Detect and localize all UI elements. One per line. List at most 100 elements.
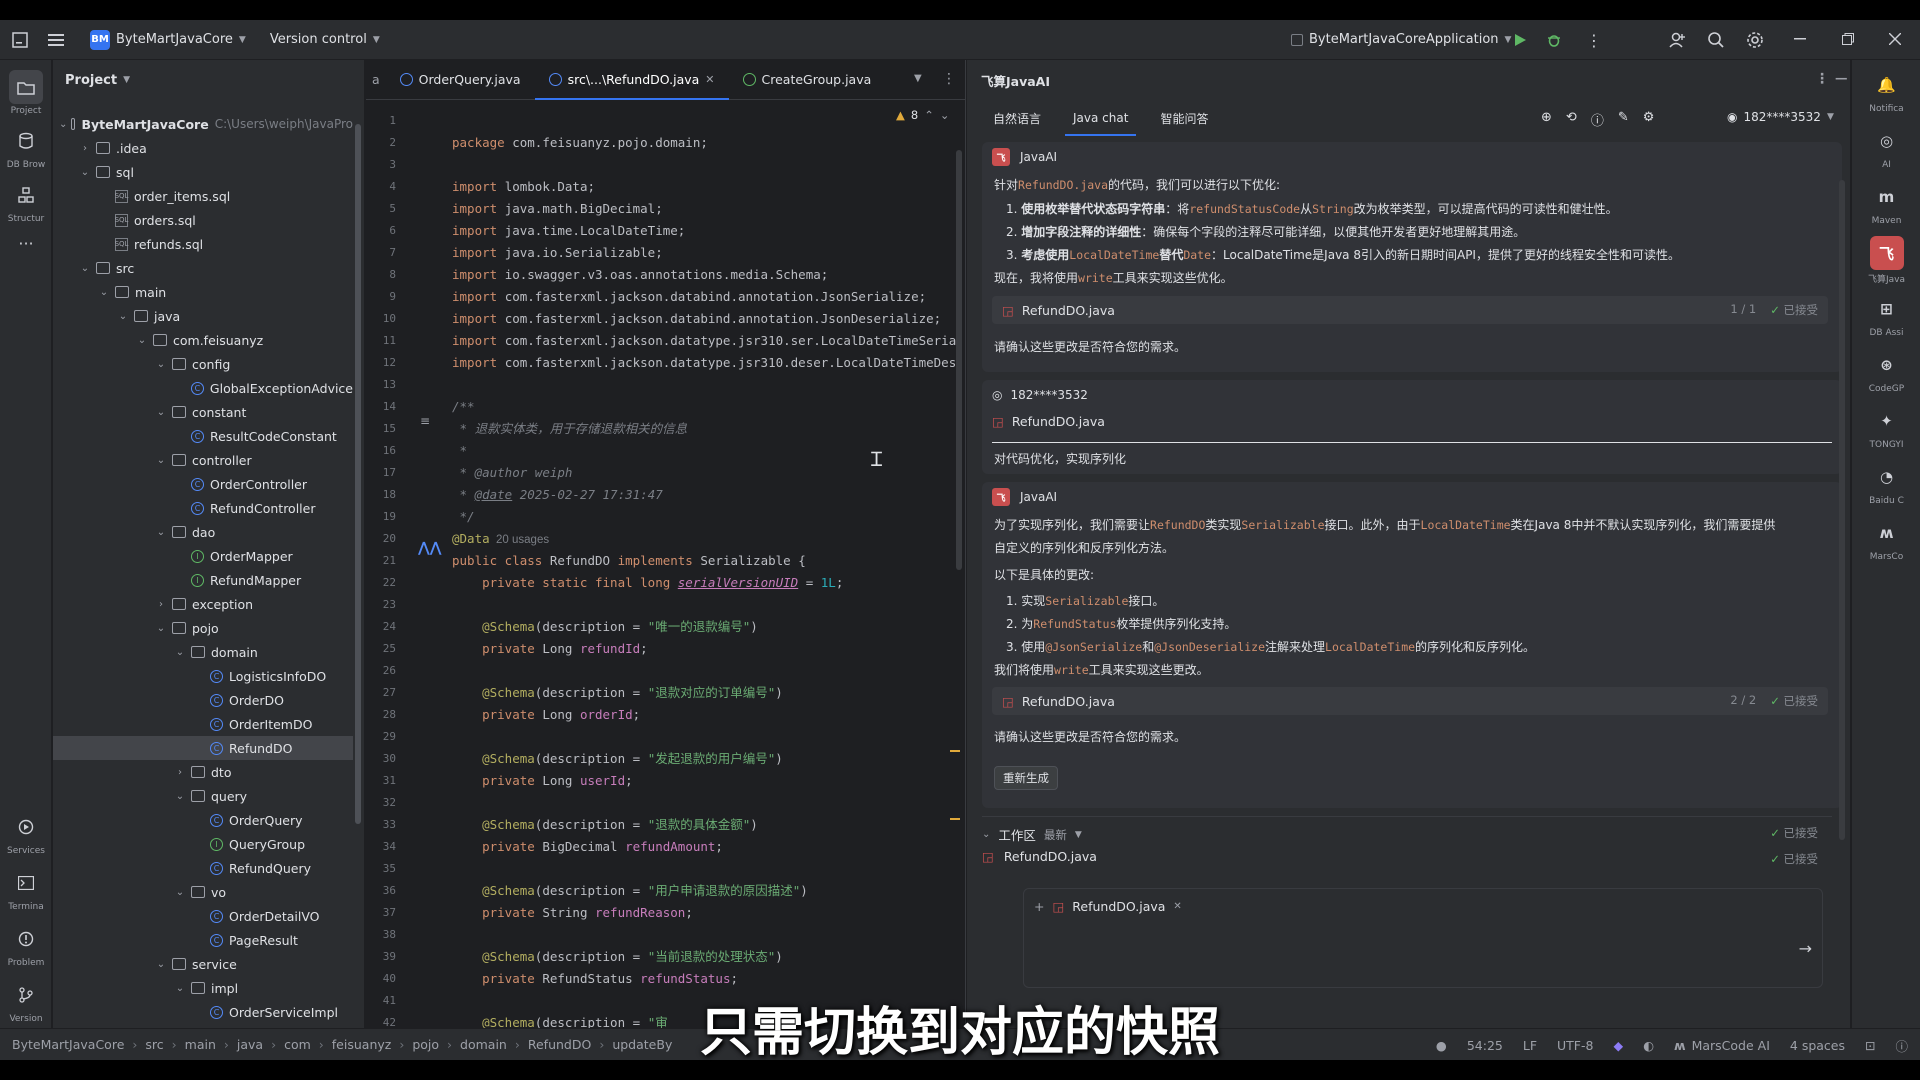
tree-item[interactable]: ⌄ dao — [53, 520, 353, 544]
file-change-bar[interactable]: ◲ RefundDO.java 1 / 1 ✓ 已接受 — [992, 296, 1828, 324]
chevron-down-icon[interactable]: ⌄ — [135, 335, 149, 346]
panel-more-icon[interactable]: ⋮ — [1815, 71, 1829, 87]
debug-icon[interactable] — [1546, 32, 1562, 48]
chevron-right-icon[interactable]: › — [78, 143, 92, 154]
restore-icon[interactable] — [1842, 33, 1854, 45]
chevron-down-icon[interactable]: ⌄ — [154, 623, 168, 634]
chevron-down-icon[interactable]: ⌄ — [154, 359, 168, 370]
chevron-down-icon[interactable]: ⌄ — [173, 647, 187, 658]
tree-item[interactable]: I QueryGroup — [53, 832, 353, 856]
chevron-down-icon[interactable]: ⌄ — [154, 407, 168, 418]
tree-item[interactable]: C ResultCodeConstant — [53, 424, 353, 448]
tabs-dropdown-icon[interactable]: ▼ — [914, 73, 922, 84]
tree-item[interactable]: C RefundQuery — [53, 856, 353, 880]
chevron-down-icon[interactable]: ⌄ — [173, 791, 187, 802]
chevron-down-icon[interactable]: ⌄ — [154, 455, 168, 466]
tree-item[interactable]: ⌄ domain — [53, 640, 353, 664]
minimize-icon[interactable] — [1794, 38, 1806, 40]
more-actions-icon[interactable]: ⋮ — [1586, 31, 1602, 50]
vcs-menu[interactable]: Version control ▼ — [262, 32, 388, 47]
tree-item[interactable]: C OrderController — [53, 472, 353, 496]
tree-item[interactable]: ⌄ controller — [53, 448, 353, 472]
chevron-down-icon[interactable]: ⌄ — [154, 527, 168, 538]
workspace-sort[interactable]: 最新 — [1044, 827, 1067, 843]
tree-item[interactable]: C PageResult — [53, 928, 353, 952]
run-config-selector[interactable]: ByteMartJavaCoreApplication ▼ — [1283, 32, 1519, 47]
tree-item[interactable]: ⌄ src — [53, 256, 353, 280]
tree-item[interactable]: ⌄ java — [53, 304, 353, 328]
tree-item[interactable]: ⌄ query — [53, 784, 353, 808]
input-file-chip[interactable]: + ◲ RefundDO.java ✕ — [1034, 899, 1182, 914]
tabs-more-icon[interactable]: ⋮ — [942, 71, 956, 87]
edit-icon[interactable]: ✎ — [1618, 110, 1629, 129]
tree-item[interactable]: SQL order_items.sql — [53, 184, 353, 208]
tool-services[interactable]: Services — [0, 810, 52, 856]
tree-item[interactable]: C OrderDetailVO — [53, 904, 353, 928]
chevron-down-icon[interactable]: ⌄ — [154, 959, 168, 970]
user-msg-file-chip[interactable]: ◲ RefundDO.java — [992, 414, 1105, 429]
chevron-down-icon[interactable]: ⌄ — [78, 263, 92, 274]
code-area[interactable]: package com.feisuanyz.pojo.domain; import… — [452, 100, 962, 1028]
tree-item[interactable]: C RefundController — [53, 496, 353, 520]
ai-marker-icon[interactable]: ⋀⋀ — [418, 540, 442, 556]
tree-item[interactable]: ⌄ constant — [53, 400, 353, 424]
send-icon[interactable]: → — [1799, 939, 1812, 958]
tab-java-chat[interactable]: Java chat — [1057, 100, 1144, 136]
regenerate-button[interactable]: 重新生成 — [994, 766, 1058, 790]
tab-natural-language[interactable]: 自然语言 — [977, 100, 1057, 136]
ide-logo-icon[interactable] — [0, 31, 40, 48]
project-switcher[interactable]: BM ByteMartJavaCore ▼ — [82, 29, 254, 50]
right-tool-item[interactable]: ✦ TONGYI — [1852, 404, 1920, 450]
tab-orderquery[interactable]: OrderQuery.java — [386, 60, 535, 100]
right-tool-item[interactable]: 🔔 Notifica — [1852, 68, 1920, 114]
tab-overflow[interactable]: a — [366, 60, 386, 100]
tree-item[interactable]: ⌄ sql — [53, 160, 353, 184]
settings-icon[interactable]: ⚙ — [1643, 110, 1655, 129]
chevron-down-icon[interactable]: ⌄ — [78, 167, 92, 178]
tree-scrollbar[interactable] — [355, 124, 361, 824]
tree-item[interactable]: ⌄ com.feisuanyz — [53, 328, 353, 352]
remove-chip-icon[interactable]: ✕ — [1173, 901, 1181, 912]
tree-item[interactable]: SQL refunds.sql — [53, 232, 353, 256]
tree-item[interactable]: › exception — [53, 592, 353, 616]
tree-item[interactable]: ⌄ main — [53, 280, 353, 304]
chat-scrollbar[interactable] — [1839, 180, 1845, 840]
tool-db-browser[interactable]: DB Brow — [0, 124, 52, 170]
chevron-down-icon[interactable]: ⌄ — [59, 119, 67, 130]
right-tool-item[interactable]: ◎ AI — [1852, 124, 1920, 170]
user-account[interactable]: ◉ 182****3532 ▼ — [1727, 110, 1834, 124]
tab-refunddo[interactable]: src\...\RefundDO.java ✕ — [534, 60, 729, 100]
tree-item[interactable]: C GlobalExceptionAdvice — [53, 376, 353, 400]
close-icon[interactable] — [1889, 33, 1901, 45]
main-menu-icon[interactable] — [40, 33, 72, 47]
tree-item[interactable]: ⌄ service — [53, 952, 353, 976]
close-tab-icon[interactable]: ✕ — [705, 73, 714, 86]
chevron-right-icon[interactable]: › — [154, 599, 168, 610]
right-tool-item[interactable]: m Maven — [1852, 180, 1920, 226]
chevron-right-icon[interactable]: › — [173, 767, 187, 778]
workspace-file[interactable]: ◲ RefundDO.java — [982, 849, 1097, 864]
tree-item[interactable]: ⌄ ByteMartJavaCore C:\Users\weiph\JavaPro — [53, 112, 353, 136]
tool-structure[interactable]: Structur — [0, 178, 52, 224]
tree-item[interactable]: › .idea — [53, 136, 353, 160]
run-icon[interactable] — [1512, 32, 1528, 48]
tree-item[interactable]: SQL orders.sql — [53, 208, 353, 232]
right-tool-item[interactable]: ◔ Baidu C — [1852, 460, 1920, 506]
tab-smart-qa[interactable]: 智能问答 — [1144, 100, 1224, 136]
tool-project[interactable]: Project — [0, 70, 52, 116]
code-with-me-icon[interactable] — [1668, 31, 1686, 49]
search-icon[interactable] — [1707, 31, 1725, 49]
tree-item[interactable]: I OrderMapper — [53, 544, 353, 568]
tree-item[interactable]: C OrderDO — [53, 688, 353, 712]
chevron-down-icon[interactable]: ⌄ — [116, 311, 130, 322]
chevron-down-icon[interactable]: ⌄ — [97, 287, 111, 298]
right-tool-item[interactable]: 飞飞算Java — [1852, 236, 1920, 285]
editor-scrollbar[interactable] — [956, 150, 962, 570]
chat-input-box[interactable]: + ◲ RefundDO.java ✕ → — [1023, 888, 1823, 988]
tree-item[interactable]: ⌄ vo — [53, 880, 353, 904]
tree-item[interactable]: C OrderItemDO — [53, 712, 353, 736]
right-tool-item[interactable]: ⊞ DB Assi — [1852, 292, 1920, 338]
tree-item[interactable]: › dto — [53, 760, 353, 784]
help-icon[interactable]: ⓘ — [1591, 110, 1604, 129]
right-tool-item[interactable]: ⊛ CodeGP — [1852, 348, 1920, 394]
